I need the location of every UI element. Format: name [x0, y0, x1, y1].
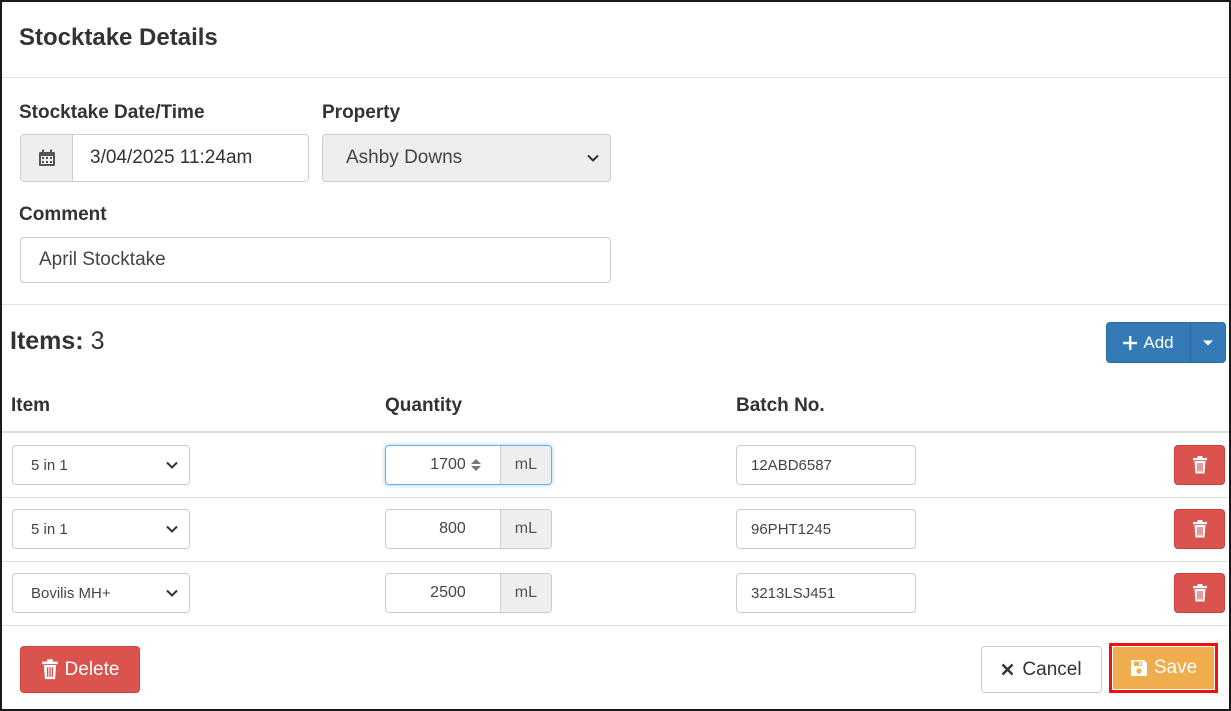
add-dropdown-toggle[interactable] [1191, 323, 1225, 362]
floppy-disk-icon [1130, 660, 1147, 676]
table-row-divider [2, 561, 1229, 562]
row-batch-input[interactable]: 96PHT1245 [736, 509, 916, 549]
row-quantity-value: 2500 [430, 584, 466, 601]
column-header-item: Item [11, 395, 51, 416]
save-button-label: Save [1153, 657, 1198, 678]
items-count: 3 [90, 327, 105, 355]
table-footer-divider [2, 625, 1229, 626]
row-quantity-input[interactable]: 2500 [386, 574, 500, 612]
trash-icon [1192, 520, 1207, 538]
items-title: Items: [10, 327, 84, 355]
panel-header: Stocktake Details [2, 2, 1229, 78]
comment-label: Comment [19, 204, 107, 225]
row-quantity-value: 1700 [430, 456, 466, 473]
row-unit-addon: mL [499, 446, 551, 484]
row-item-select[interactable]: 5 in 1 [12, 509, 190, 549]
chevron-down-icon [166, 461, 178, 469]
items-heading: Items: 3 [10, 327, 105, 356]
property-select-value: Ashby Downs [346, 147, 463, 168]
chevron-down-icon [166, 525, 178, 533]
row-quantity-input-group: 2500 mL [385, 573, 552, 613]
plus-icon [1123, 335, 1138, 350]
row-delete-button[interactable] [1174, 445, 1225, 485]
row-unit-addon: mL [499, 510, 551, 548]
close-icon [1002, 663, 1014, 676]
trash-icon [1192, 456, 1207, 474]
spinner-arrows-icon[interactable] [470, 458, 482, 472]
row-item-value: 5 in 1 [31, 520, 68, 538]
property-label: Property [322, 102, 401, 123]
row-quantity-input-group: 1700 mL [385, 445, 552, 485]
row-item-select[interactable]: Bovilis MH+ [12, 573, 190, 613]
table-header-divider [2, 431, 1229, 433]
column-header-batch: Batch No. [736, 395, 825, 416]
chevron-down-icon [587, 154, 599, 162]
add-button-group: Add [1106, 322, 1226, 363]
calendar-icon[interactable] [21, 135, 73, 181]
date-input[interactable]: 3/04/2025 11:24am [73, 135, 308, 181]
row-quantity-value: 800 [439, 520, 466, 537]
date-input-group: 3/04/2025 11:24am [20, 134, 309, 182]
row-item-value: Bovilis MH+ [31, 584, 111, 602]
comment-input[interactable]: April Stocktake [20, 237, 611, 283]
row-batch-input[interactable]: 3213LSJ451 [736, 573, 916, 613]
section-divider [2, 304, 1229, 305]
row-batch-input[interactable]: 12ABD6587 [736, 445, 916, 485]
row-unit-addon: mL [499, 574, 551, 612]
row-quantity-input-group: 800 mL [385, 509, 552, 549]
row-delete-button[interactable] [1174, 509, 1225, 549]
caret-down-icon [1203, 340, 1213, 345]
add-button-label: Add [1143, 332, 1174, 352]
page-title: Stocktake Details [19, 24, 218, 51]
row-item-select[interactable]: 5 in 1 [12, 445, 190, 485]
property-select[interactable]: Ashby Downs [322, 134, 611, 182]
cancel-button[interactable]: Cancel [981, 646, 1102, 693]
stocktake-panel: Stocktake Details Stocktake Date/Time 3/… [0, 0, 1231, 711]
add-item-button[interactable]: Add [1107, 323, 1191, 362]
table-row-divider [2, 497, 1229, 498]
chevron-down-icon [166, 589, 178, 597]
row-quantity-input[interactable]: 800 [386, 510, 500, 548]
delete-button-label: Delete [64, 658, 120, 680]
row-item-value: 5 in 1 [31, 456, 68, 474]
row-quantity-input[interactable]: 1700 [386, 446, 500, 484]
date-label: Stocktake Date/Time [19, 102, 205, 123]
save-button[interactable]: Save [1113, 647, 1214, 689]
trash-icon [1192, 584, 1207, 602]
row-delete-button[interactable] [1174, 573, 1225, 613]
delete-stocktake-button[interactable]: Delete [20, 646, 140, 693]
trash-icon [41, 659, 58, 680]
column-header-quantity: Quantity [385, 395, 463, 416]
cancel-button-label: Cancel [1022, 658, 1082, 680]
